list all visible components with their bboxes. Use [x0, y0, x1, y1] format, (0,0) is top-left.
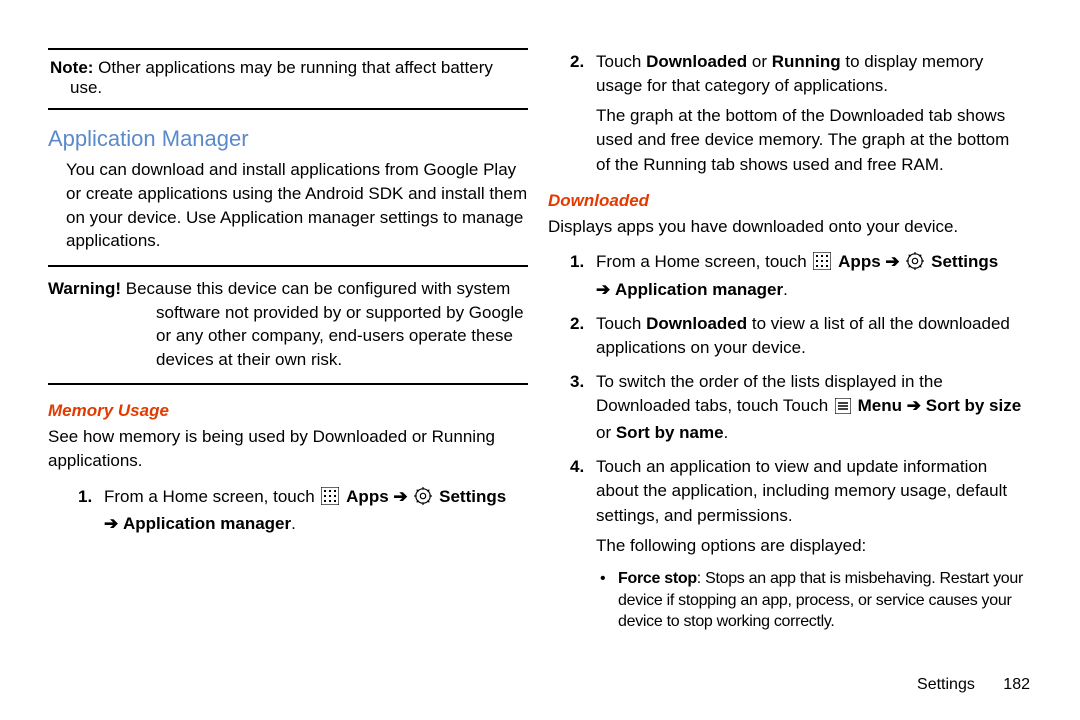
apps-grid-icon — [321, 487, 339, 512]
memory-step-1: 1. From a Home screen, touch Apps ➔ Sett… — [78, 485, 528, 536]
text: or — [747, 52, 772, 71]
appmgr-label: Application manager — [615, 280, 783, 299]
text: From a Home screen, touch — [596, 252, 811, 271]
arrow-icon: ➔ — [907, 396, 921, 415]
arrow-icon: ➔ — [104, 514, 118, 533]
arrow-icon: ➔ — [596, 280, 610, 299]
options-intro: The following options are displayed: — [596, 536, 866, 555]
bold-downloaded: Downloaded — [646, 52, 747, 71]
apps-label: Apps — [838, 252, 885, 271]
downloaded-step-4: 4. Touch an application to view and upda… — [570, 455, 1028, 558]
note-box: Note: Other applications may be running … — [48, 48, 528, 110]
settings-gear-icon — [414, 487, 432, 512]
memory-steps: 1. From a Home screen, touch Apps ➔ Sett… — [78, 485, 528, 536]
downloaded-step-2: 2. Touch Downloaded to view a list of al… — [570, 312, 1028, 360]
paragraph-memory: See how memory is being used by Download… — [48, 425, 528, 473]
sort-by-size: Sort by size — [926, 396, 1021, 415]
subheading-memory-usage: Memory Usage — [48, 401, 528, 421]
note-label: Note: — [50, 58, 93, 77]
menu-icon — [835, 397, 851, 421]
text: Touch — [596, 314, 646, 333]
paragraph-app-manager: You can download and install application… — [66, 158, 528, 253]
arrow-icon: ➔ — [885, 252, 899, 271]
settings-label: Settings — [439, 487, 506, 506]
heading-application-manager: Application Manager — [48, 126, 528, 152]
downloaded-step-3: 3. To switch the order of the lists disp… — [570, 370, 1028, 445]
memory-steps-cont: 2. Touch Downloaded or Running to displa… — [570, 50, 1028, 177]
footer-page-number: 182 — [1003, 676, 1030, 693]
note-line2: use. — [70, 78, 528, 98]
memory-step-2: 2. Touch Downloaded or Running to displa… — [570, 50, 1028, 177]
paragraph-downloaded: Displays apps you have downloaded onto y… — [548, 215, 1028, 239]
options-bullets: Force stop: Stops an app that is misbeha… — [600, 568, 1028, 633]
downloaded-steps: 1. From a Home screen, touch Apps ➔ Sett… — [570, 250, 1028, 557]
bold-downloaded: Downloaded — [646, 314, 747, 333]
note-text: Other applications may be running that a… — [93, 58, 492, 77]
appmgr-label: Application manager — [123, 514, 291, 533]
page-footer: Settings 182 — [917, 676, 1030, 694]
text: Touch an application to view and update … — [596, 457, 1007, 524]
step1-pre: From a Home screen, touch — [104, 487, 319, 506]
text: or — [596, 423, 616, 442]
apps-grid-icon — [813, 252, 831, 277]
left-column: Note: Other applications may be running … — [48, 48, 528, 641]
right-column: 2. Touch Downloaded or Running to displa… — [548, 48, 1028, 641]
arrow-icon: ➔ — [393, 487, 407, 506]
subheading-downloaded: Downloaded — [548, 191, 1028, 211]
downloaded-step-1: 1. From a Home screen, touch Apps ➔ Sett… — [570, 250, 1028, 301]
warning-box: Warning! Because this device can be conf… — [48, 265, 528, 385]
text: Touch — [596, 52, 646, 71]
bold-running: Running — [772, 52, 841, 71]
step2-graph-text: The graph at the bottom of the Downloade… — [596, 106, 1009, 173]
force-stop-label: Force stop — [618, 570, 697, 587]
apps-label: Apps — [346, 487, 393, 506]
bullet-force-stop: Force stop: Stops an app that is misbeha… — [600, 568, 1028, 633]
settings-gear-icon — [906, 252, 924, 277]
warning-text: Because this device can be configured wi… — [121, 279, 524, 368]
footer-section: Settings — [917, 676, 975, 693]
settings-label: Settings — [931, 252, 998, 271]
warning-label: Warning! — [48, 279, 121, 298]
sort-by-name: Sort by name — [616, 423, 724, 442]
menu-label: Menu — [858, 396, 907, 415]
